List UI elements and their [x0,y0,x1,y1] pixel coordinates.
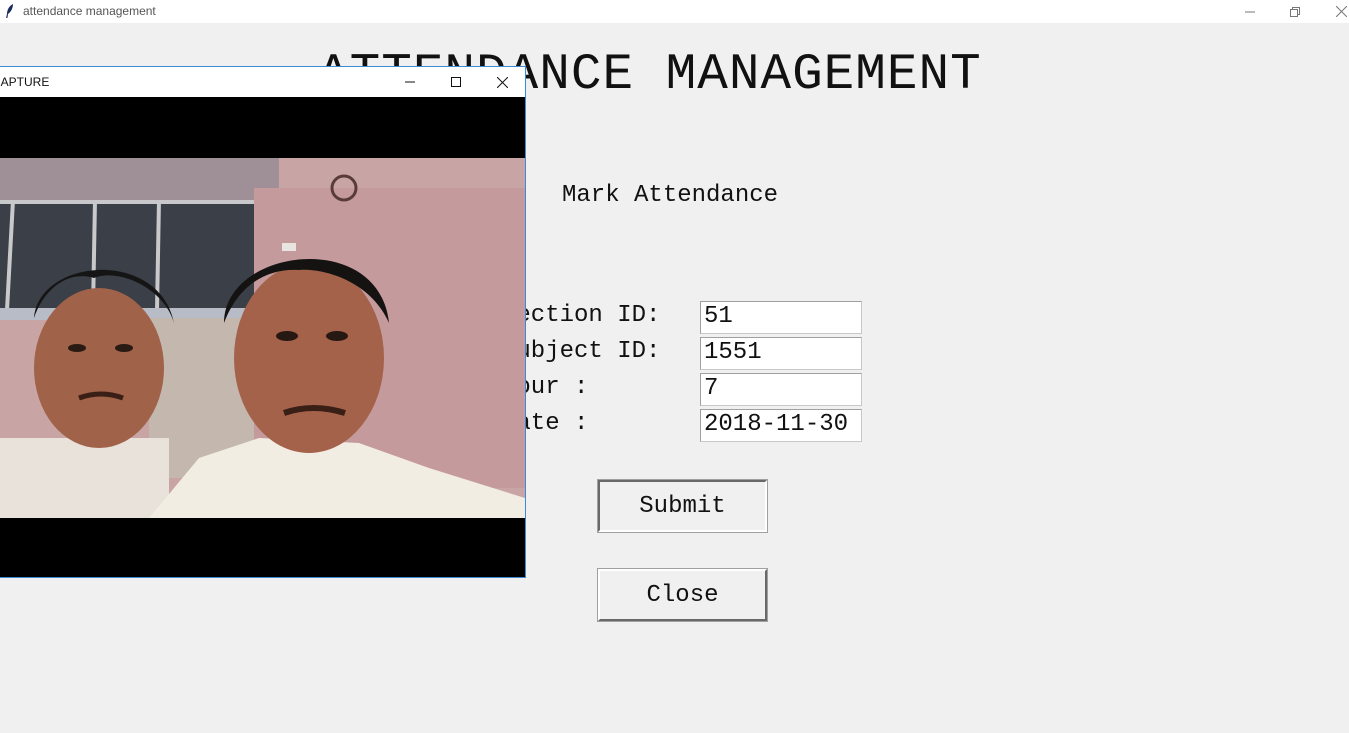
restore-icon [1290,6,1300,17]
window-titlebar: attendance management [0,0,1349,23]
capture-minimize-button[interactable] [387,67,433,97]
feather-icon [6,4,13,18]
submit-button[interactable]: Submit [597,479,768,533]
section-title: Mark Attendance [562,182,779,209]
capture-maximize-button[interactable] [433,67,479,97]
close-icon [1335,6,1347,17]
minimize-icon [405,81,415,83]
window-close-button[interactable] [1318,0,1349,23]
minimize-button[interactable] [1227,0,1273,23]
camera-feed [0,158,525,518]
date-field[interactable]: 2018-11-30 [700,409,862,442]
hour-field[interactable]: 7 [700,373,862,406]
window-title: attendance management [23,4,156,18]
minimize-icon [1245,11,1255,12]
subject-id-field[interactable]: 1551 [700,337,862,370]
close-button[interactable]: Close [597,568,768,622]
capture-close-button[interactable] [479,67,525,97]
maximize-icon [451,77,461,87]
capture-window[interactable]: CAPTURE [0,66,526,578]
camera-feed-image [0,158,525,518]
close-icon [496,76,508,88]
capture-title: CAPTURE [0,75,50,89]
section-id-field[interactable]: 51 [700,301,862,334]
restore-button[interactable] [1272,0,1318,23]
capture-titlebar: CAPTURE [0,67,525,97]
